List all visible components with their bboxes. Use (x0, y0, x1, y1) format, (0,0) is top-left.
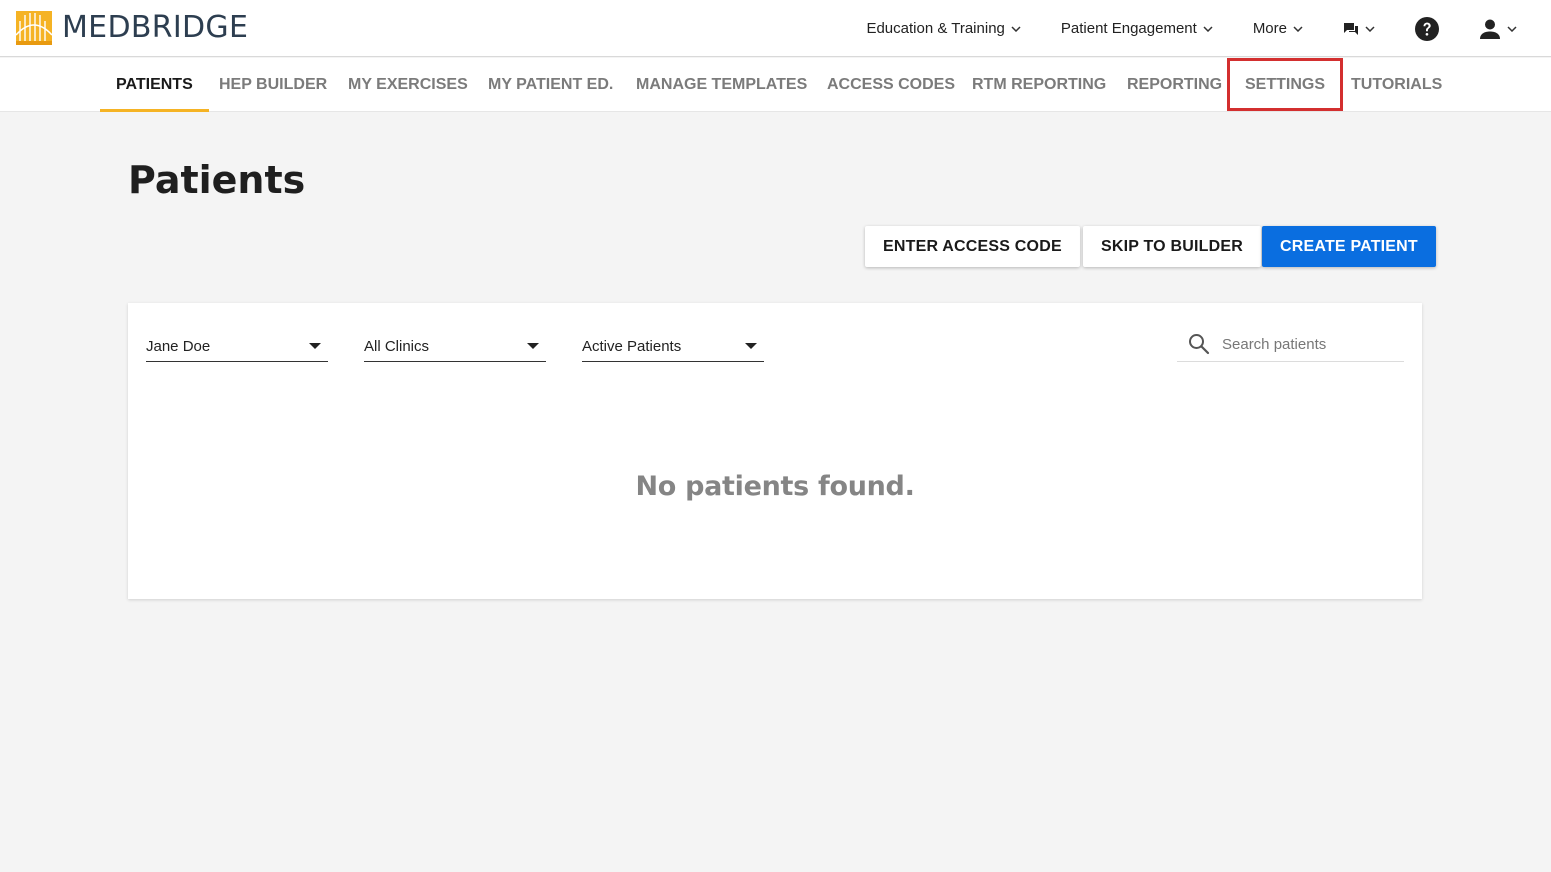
chevron-down-icon (1293, 25, 1303, 32)
chevron-down-icon (1507, 25, 1517, 32)
tab-manage-templates[interactable]: MANAGE TEMPLATES (620, 58, 823, 111)
search-icon (1189, 334, 1210, 355)
tab-my-patient-ed[interactable]: MY PATIENT ED. (472, 58, 629, 111)
chat-menu-button[interactable] (1343, 22, 1375, 36)
top-nav: Education & Training Patient Engagement … (826, 0, 1517, 57)
tab-settings[interactable]: SETTINGS (1226, 58, 1344, 111)
search-input[interactable] (1222, 335, 1392, 353)
chevron-down-icon (1203, 25, 1213, 32)
provider-select[interactable]: Jane Doe (146, 331, 328, 362)
chevron-down-icon (1365, 25, 1375, 32)
skip-to-builder-button[interactable]: SKIP TO BUILDER (1083, 226, 1261, 267)
tab-access-codes[interactable]: ACCESS CODES (811, 58, 971, 111)
clinic-select-value: All Clinics (364, 337, 430, 355)
nav-patient-engagement[interactable]: Patient Engagement (1061, 20, 1213, 37)
top-bar: MEDBRIDGE Education & Training Patient E… (0, 0, 1551, 57)
nav-more[interactable]: More (1253, 20, 1303, 37)
tab-tutorials[interactable]: TUTORIALS (1335, 58, 1458, 111)
nav-education-training-label: Education & Training (866, 20, 1005, 37)
status-select[interactable]: Active Patients (582, 331, 764, 362)
dropdown-arrow-icon (527, 343, 539, 349)
medbridge-logo-icon (16, 11, 52, 45)
brand-name: MEDBRIDGE (62, 10, 249, 45)
create-patient-button[interactable]: CREATE PATIENT (1262, 226, 1436, 267)
enter-access-code-button[interactable]: ENTER ACCESS CODE (865, 226, 1080, 267)
tab-rtm-reporting[interactable]: RTM REPORTING (956, 58, 1122, 111)
patients-card: Jane Doe All Clinics Active Patients No … (128, 303, 1422, 599)
search-field[interactable] (1177, 327, 1404, 362)
nav-education-training[interactable]: Education & Training (866, 20, 1021, 37)
help-button[interactable] (1415, 16, 1439, 41)
empty-state-message: No patients found. (635, 471, 915, 502)
main-tab-bar: PATIENTS HEP BUILDER MY EXERCISES MY PAT… (0, 58, 1551, 112)
logo[interactable]: MEDBRIDGE (16, 11, 248, 45)
tab-patients[interactable]: PATIENTS (100, 58, 209, 112)
user-icon (1480, 19, 1500, 39)
tab-my-exercises[interactable]: MY EXERCISES (332, 58, 484, 111)
tab-hep-builder[interactable]: HEP BUILDER (203, 58, 343, 111)
tab-reporting[interactable]: REPORTING (1111, 58, 1238, 111)
dropdown-arrow-icon (745, 343, 757, 349)
status-select-value: Active Patients (582, 337, 682, 355)
chat-icon (1344, 22, 1358, 35)
clinic-select[interactable]: All Clinics (364, 331, 546, 362)
nav-more-label: More (1252, 20, 1287, 37)
help-icon (1415, 16, 1439, 41)
dropdown-arrow-icon (309, 343, 321, 349)
nav-patient-engagement-label: Patient Engagement (1060, 20, 1197, 37)
user-menu-button[interactable] (1479, 18, 1517, 40)
chevron-down-icon (1011, 25, 1021, 32)
provider-select-value: Jane Doe (146, 337, 211, 355)
page-title: Patients (128, 158, 306, 202)
